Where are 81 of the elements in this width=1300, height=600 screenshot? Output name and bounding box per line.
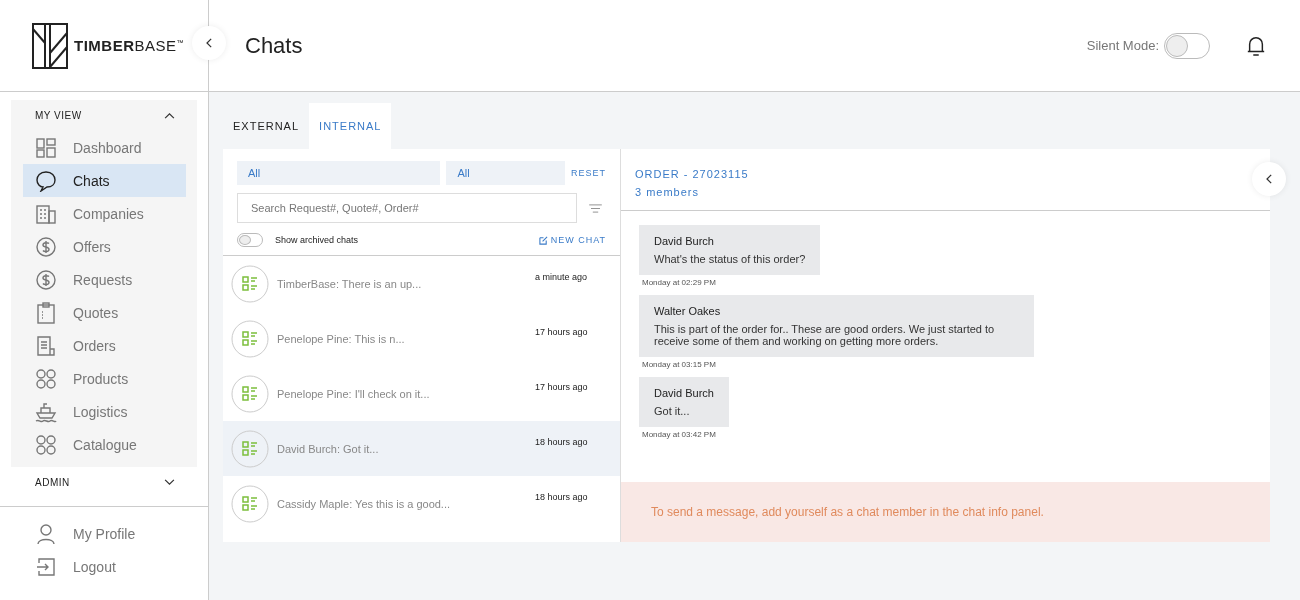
chat-time: a minute ago bbox=[535, 272, 588, 282]
members-link[interactable]: 3 members bbox=[635, 183, 1256, 201]
message-text: What's the status of this order? bbox=[654, 253, 806, 265]
logo-icon bbox=[32, 22, 68, 69]
nav-item[interactable]: Chats bbox=[23, 164, 186, 197]
silent-mode-toggle[interactable] bbox=[1164, 32, 1210, 59]
message-text: Got it... bbox=[654, 405, 691, 417]
chat-preview: Cassidy Maple: Yes this is a good... bbox=[277, 497, 451, 510]
message-text: This is part of the order for.. These are good orders. We just started to receive some of them and working on getting more orders. bbox=[654, 323, 996, 347]
nav-item[interactable]: Logout bbox=[23, 550, 186, 583]
collapse-button[interactable] bbox=[192, 26, 226, 60]
edit-icon bbox=[538, 235, 548, 245]
tab[interactable]: EXTERNAL bbox=[223, 103, 310, 149]
building-icon bbox=[35, 202, 57, 225]
message-time: Monday at 03:42 PM bbox=[642, 430, 717, 439]
ship-icon bbox=[35, 400, 57, 423]
chat-preview: TimberBase: There is an up... bbox=[277, 277, 422, 290]
chat-preview: Penelope Pine: This is n... bbox=[277, 332, 405, 345]
checklist-icon bbox=[231, 429, 269, 468]
nav-item[interactable]: Products bbox=[23, 362, 186, 395]
chat-item[interactable]: Penelope Pine: This is n... 17 hours ago bbox=[223, 311, 620, 366]
bell-icon[interactable] bbox=[1246, 34, 1266, 57]
page-title: Chats bbox=[245, 32, 304, 59]
nav-item[interactable]: Quotes bbox=[23, 296, 186, 329]
nav-item[interactable]: Catalogue bbox=[23, 428, 186, 461]
checklist-icon bbox=[231, 264, 269, 303]
new-chat-button[interactable]: NEW CHAT bbox=[538, 235, 606, 245]
chat-item[interactable]: David Burch: Got it... 18 hours ago bbox=[223, 421, 620, 476]
chat-item[interactable]: TimberBase: There is an up... a minute ago bbox=[223, 256, 620, 311]
dollar-icon bbox=[35, 235, 57, 258]
reset-link[interactable]: RESET bbox=[571, 168, 606, 178]
checklist-icon bbox=[231, 319, 269, 358]
chat-time: 18 hours ago bbox=[535, 437, 588, 447]
nav-item[interactable]: My Profile bbox=[23, 517, 186, 550]
nav-item[interactable]: Offers bbox=[23, 230, 186, 263]
document-icon bbox=[35, 334, 57, 357]
caret-icon bbox=[164, 479, 175, 486]
nav-item[interactable]: Logistics bbox=[23, 395, 186, 428]
filter-icon[interactable] bbox=[589, 203, 602, 213]
chat-time: 17 hours ago bbox=[535, 327, 588, 337]
chevron-left-icon bbox=[1265, 174, 1273, 184]
nav-item[interactable]: Requests bbox=[23, 263, 186, 296]
section-header[interactable]: ADMIN bbox=[11, 467, 197, 498]
dashboard-icon bbox=[35, 136, 57, 159]
section-header[interactable]: MY VIEW bbox=[11, 100, 197, 131]
dollar-icon bbox=[35, 268, 57, 291]
silent-mode-label: Silent Mode: bbox=[1086, 38, 1159, 53]
message-author: David Burch bbox=[654, 387, 714, 399]
message-time: Monday at 03:15 PM bbox=[642, 360, 717, 369]
filter-dropdown[interactable]: All bbox=[446, 161, 565, 185]
chat-item[interactable]: Penelope Pine: I'll check on it... 17 hours ago bbox=[223, 366, 620, 421]
nav-item[interactable]: Companies bbox=[23, 197, 186, 230]
clipboard-icon bbox=[35, 301, 57, 324]
conversation-title: ORDER - 27023115 bbox=[635, 167, 750, 182]
chat-preview: David Burch: Got it... bbox=[277, 442, 379, 455]
message-author: David Burch bbox=[654, 235, 715, 247]
message-author: Walter Oakes bbox=[654, 305, 722, 317]
circles-icon bbox=[35, 367, 57, 390]
nav-item[interactable]: Dashboard bbox=[23, 131, 186, 164]
person-icon bbox=[35, 522, 57, 545]
chat-preview: Penelope Pine: I'll check on it... bbox=[277, 387, 430, 400]
message-time: Monday at 02:29 PM bbox=[642, 278, 717, 287]
chat-item[interactable]: Cassidy Maple: Yes this is a good... 18 hours ago bbox=[223, 476, 620, 531]
archived-toggle[interactable] bbox=[237, 233, 263, 247]
filter-dropdown[interactable]: All bbox=[237, 161, 441, 185]
logo-text: TIMBERBASE$^{™}$ bbox=[74, 37, 185, 54]
info-panel-button[interactable] bbox=[1252, 162, 1286, 196]
toggle-label: Show archived chats bbox=[275, 235, 359, 245]
tab[interactable]: INTERNAL bbox=[309, 103, 392, 149]
circles-icon bbox=[35, 433, 57, 456]
nav-item[interactable]: Orders bbox=[23, 329, 186, 362]
search-field[interactable]: Search Request#, Quote#, Order# bbox=[237, 193, 577, 223]
caret-icon bbox=[164, 112, 175, 119]
checklist-icon bbox=[231, 374, 269, 413]
logout-icon bbox=[35, 555, 57, 578]
speech-bubble-icon bbox=[35, 169, 57, 192]
chat-time: 18 hours ago bbox=[535, 492, 588, 502]
checklist-icon bbox=[231, 484, 269, 523]
notice-text: To send a message, add yourself as a chat member in the chat info panel. bbox=[651, 505, 1044, 519]
chevron-left-icon bbox=[205, 38, 213, 48]
chat-time: 17 hours ago bbox=[535, 382, 588, 392]
